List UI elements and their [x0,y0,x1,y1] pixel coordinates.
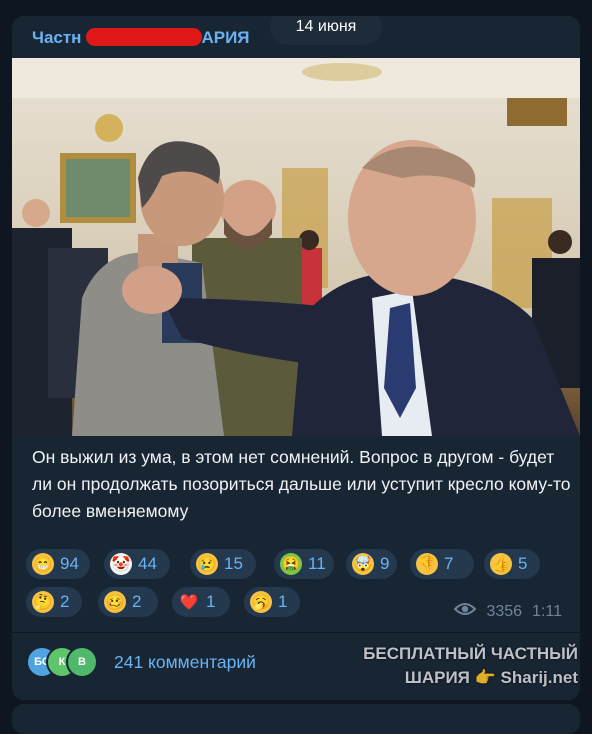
thinking-face-icon: 🤔 [32,591,54,613]
clown-icon: 🤡 [110,553,132,575]
heart-icon: ❤️ [179,593,199,611]
message-meta: 3356 1:11 [454,602,562,621]
commenter-avatar: В [66,646,98,678]
channel-title-end: АРИЯ [201,28,250,47]
reaction-chip[interactable]: 🤮 11 [274,549,334,579]
pointing-hand-icon: 👉 [474,668,496,687]
reaction-chip[interactable]: 😢 15 [190,549,256,579]
channel-title-start: Частн [32,28,82,47]
yawning-face-icon: 🥱 [250,591,272,613]
thumbs-down-icon: 👎 [416,553,438,575]
next-message-bubble [12,704,580,734]
reaction-chip[interactable]: 🥴 2 [98,587,158,617]
watermark-line2-left: ШАРИЯ [404,668,470,687]
grin-icon: 😁 [32,553,54,575]
reaction-chip[interactable]: 👎 7 [410,549,474,579]
thumbs-up-icon: 👍 [490,553,512,575]
watermark-line2-right: Sharij.net [500,668,578,687]
reaction-count: 7 [444,554,454,573]
reaction-chip[interactable]: ❤️ 1 [172,587,230,617]
reaction-chip[interactable]: 🥱 1 [244,587,300,617]
date-badge: 14 июня [270,16,382,45]
reaction-count: 9 [380,554,390,573]
reaction-chip[interactable]: 🤔 2 [26,587,82,617]
reaction-chip[interactable]: 👍 5 [484,549,540,579]
views-icon [454,602,477,621]
post-photo[interactable] [12,58,580,436]
reaction-count: 1 [206,592,216,611]
reaction-count: 44 [138,554,157,573]
vomiting-face-icon: 🤮 [280,553,302,575]
reaction-chip[interactable]: 😁 94 [26,549,90,579]
watermark-line1: БЕСПЛАТНЫЙ ЧАСТНЫЙ [363,644,578,663]
reaction-count: 2 [60,592,70,611]
divider [12,632,580,633]
comments-button[interactable]: БС К В 241 комментарий [26,644,256,680]
watermark: БЕСПЛАТНЫЙ ЧАСТНЫЙ ШАРИЯ 👉 Sharij.net [358,642,578,690]
reaction-count: 94 [60,554,79,573]
views-count: 3356 [486,602,523,620]
exploding-head-icon: 🤯 [352,553,374,575]
woozy-face-icon: 🥴 [104,591,126,613]
redaction-bar [86,28,202,46]
comments-label: 241 комментарий [114,651,256,672]
reaction-count: 1 [278,592,288,611]
reaction-count: 11 [308,554,326,573]
reaction-chip[interactable]: 🤡 44 [104,549,170,579]
watermark-line2: ШАРИЯ 👉 Sharij.net [358,666,578,690]
message-bubble: Частн АРИЯ 14 июня Он выжил из ума, в эт… [12,16,580,700]
photo-illustration [12,58,580,436]
post-text: Он выжил из ума, в этом нет сомнений. Во… [32,447,571,521]
reaction-count: 2 [132,592,142,611]
reaction-chip[interactable]: 🤯 9 [346,549,398,579]
crying-face-icon: 😢 [196,553,218,575]
post-time: 1:11 [532,602,562,620]
reaction-count: 5 [518,554,528,573]
reaction-count: 15 [224,554,243,573]
